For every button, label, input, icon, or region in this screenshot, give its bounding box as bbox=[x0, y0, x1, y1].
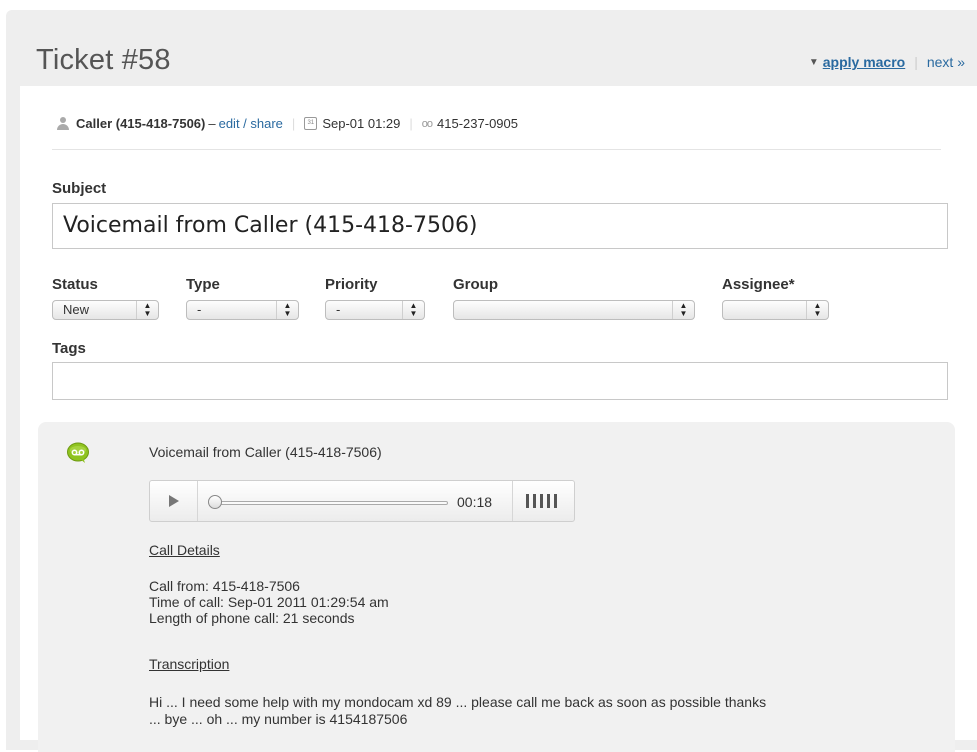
meta-separator: | bbox=[291, 116, 296, 131]
select-arrows-icon: ▲ ▼ bbox=[136, 301, 158, 319]
status-value: New bbox=[63, 302, 90, 317]
tags-input[interactable] bbox=[52, 362, 948, 400]
ticket-date: Sep-01 01:29 bbox=[322, 116, 401, 131]
apply-macro-link[interactable]: apply macro bbox=[823, 54, 905, 70]
group-label: Group bbox=[453, 276, 498, 293]
priority-label: Priority bbox=[325, 276, 378, 293]
select-arrows-icon: ▲ ▼ bbox=[806, 301, 828, 319]
audio-time: 00:18 bbox=[457, 494, 493, 510]
transcription-heading: Transcription bbox=[149, 656, 230, 672]
ticket-title: Ticket #58 bbox=[36, 44, 171, 76]
subject-label: Subject bbox=[52, 180, 107, 197]
call-from: Call from: 415-418-7506 bbox=[149, 578, 300, 594]
audio-player: 00:18 bbox=[149, 480, 575, 522]
subject-input[interactable]: Voicemail from Caller (415-418-7506) bbox=[52, 203, 948, 249]
voicemail-icon: oo bbox=[421, 117, 433, 130]
type-select[interactable]: - ▲ ▼ bbox=[186, 300, 299, 320]
transcription-line: Hi ... I need some help with my mondocam… bbox=[149, 694, 767, 710]
tags-label: Tags bbox=[52, 340, 86, 357]
person-icon bbox=[56, 117, 70, 130]
calendar-icon: 31 bbox=[304, 117, 318, 130]
ticket-meta: Caller (415-418-7506) – edit / share | 3… bbox=[56, 116, 518, 131]
meta-dash: – bbox=[208, 116, 216, 131]
volume-icon[interactable] bbox=[512, 481, 574, 521]
priority-select[interactable]: - ▲ ▼ bbox=[325, 300, 425, 320]
type-label: Type bbox=[186, 276, 220, 293]
audio-progress-track[interactable] bbox=[212, 501, 448, 505]
play-icon[interactable] bbox=[150, 481, 198, 521]
status-select[interactable]: New ▲ ▼ bbox=[52, 300, 159, 320]
next-ticket-link[interactable]: next » bbox=[927, 54, 965, 70]
assignee-select[interactable]: ▲ ▼ bbox=[722, 300, 829, 320]
status-label: Status bbox=[52, 276, 98, 293]
meta-separator: | bbox=[409, 116, 413, 131]
triangle-down-icon: ▼ bbox=[808, 56, 819, 68]
select-arrows-icon: ▲ ▼ bbox=[672, 301, 694, 319]
time-of-call: Time of call: Sep-01 2011 01:29:54 am bbox=[149, 594, 389, 610]
ticket-actions: ▼ apply macro | next » bbox=[809, 54, 965, 70]
ticket-panel: Caller (415-418-7506) – edit / share | 3… bbox=[20, 86, 977, 752]
transcription-line: ... bye ... oh ... my number is 41541875… bbox=[149, 711, 408, 727]
type-value: - bbox=[197, 302, 202, 317]
call-details: Call from: 415-418-7506 Time of call: Se… bbox=[149, 578, 389, 626]
voicemail-bubble-icon bbox=[67, 442, 89, 463]
select-arrows-icon: ▲ ▼ bbox=[276, 301, 298, 319]
group-select[interactable]: ▲ ▼ bbox=[453, 300, 695, 320]
select-arrows-icon: ▲ ▼ bbox=[402, 301, 424, 319]
audio-scrubber-knob[interactable] bbox=[208, 495, 222, 509]
edit-share-link[interactable]: edit / share bbox=[219, 116, 283, 131]
comment-title: Voicemail from Caller (415-418-7506) bbox=[149, 444, 382, 460]
voicemail-comment: Voicemail from Caller (415-418-7506) 00:… bbox=[38, 422, 955, 752]
call-length: Length of phone call: 21 seconds bbox=[149, 610, 355, 626]
assignee-label: Assignee* bbox=[722, 276, 795, 293]
transcription-text: Hi ... I need some help with my mondocam… bbox=[149, 694, 949, 728]
priority-value: - bbox=[336, 302, 341, 317]
ticket-phone: 415-237-0905 bbox=[437, 116, 518, 131]
call-details-heading: Call Details bbox=[149, 542, 220, 558]
requester-name: Caller (415-418-7506) bbox=[76, 116, 206, 131]
meta-divider bbox=[52, 149, 941, 150]
action-separator: | bbox=[914, 54, 918, 70]
